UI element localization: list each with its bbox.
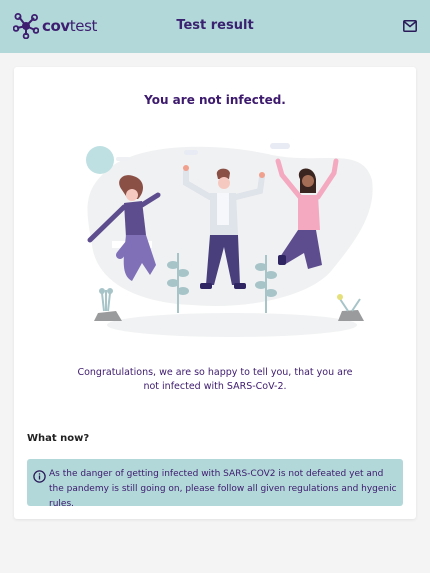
result-title: You are not infected.	[144, 93, 286, 107]
info-circle-icon	[33, 470, 46, 483]
app-header: covtest Test result	[0, 0, 430, 53]
what-now-heading: What now?	[27, 433, 90, 444]
result-message: Congratulations, we are so happy to tell…	[77, 367, 353, 392]
envelope-icon[interactable]	[403, 20, 417, 32]
info-banner: As the danger of getting infected with S…	[27, 459, 403, 509]
result-card: You are not infected. Congratulations, w…	[14, 67, 416, 519]
celebration-illustration	[86, 143, 373, 337]
page-title: Test result	[176, 18, 254, 33]
info-text: As the danger of getting infected with S…	[49, 469, 397, 509]
